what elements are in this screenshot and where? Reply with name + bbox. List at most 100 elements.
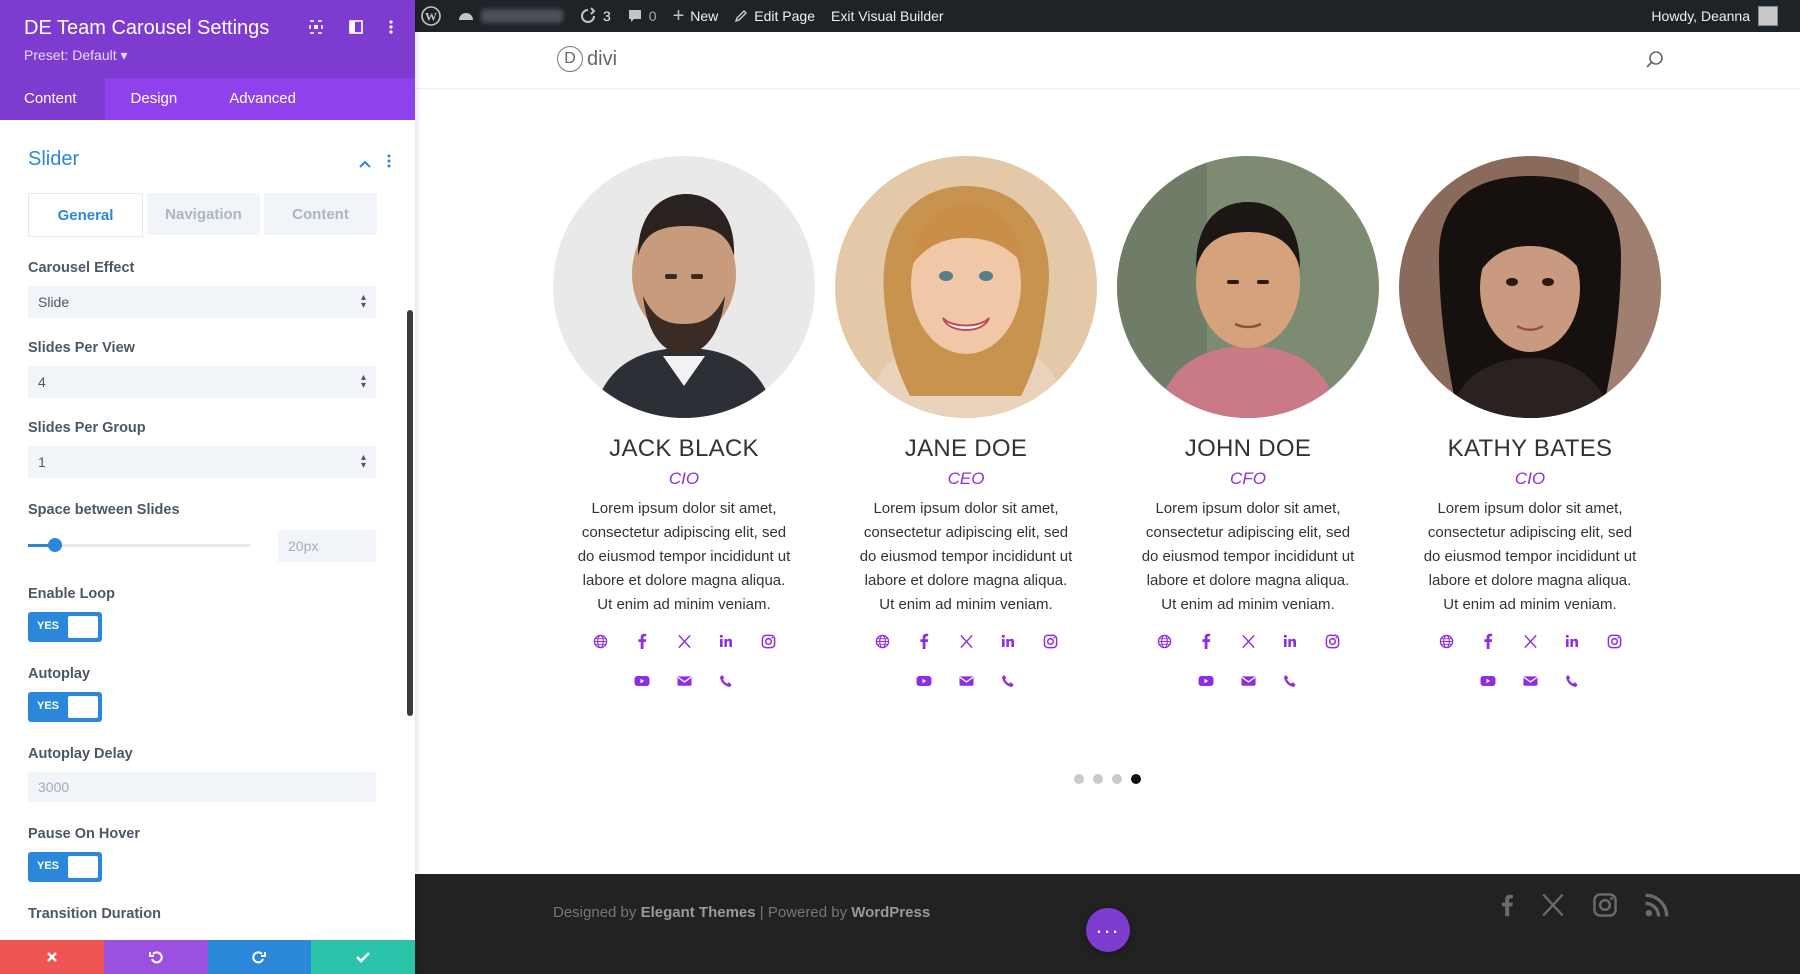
carousel-dot-active[interactable] [1131, 774, 1141, 784]
carousel-dot[interactable] [1093, 774, 1103, 784]
pause-on-hover-value: YES [37, 860, 60, 872]
linkedin-icon[interactable] [716, 631, 736, 651]
email-icon[interactable] [1520, 671, 1540, 691]
phone-icon[interactable] [998, 671, 1018, 691]
space-between-input[interactable]: 20px [278, 530, 376, 562]
subtab-navigation[interactable]: Navigation [147, 193, 260, 235]
slides-per-group-label: Slides Per Group [28, 420, 146, 436]
x-twitter-icon[interactable] [956, 631, 976, 651]
x-twitter-icon[interactable] [1540, 892, 1566, 923]
globe-icon[interactable] [1436, 631, 1456, 651]
autoplay-label: Autoplay [28, 666, 91, 682]
linkedin-icon[interactable] [1562, 631, 1582, 651]
save-button[interactable] [311, 940, 415, 974]
columns-icon[interactable] [349, 20, 363, 39]
email-icon[interactable] [674, 671, 694, 691]
panel-title: DE Team Carousel Settings [24, 17, 270, 39]
fullscreen-icon[interactable] [309, 20, 323, 39]
x-twitter-icon[interactable] [674, 631, 694, 651]
member-name: JOHN DOE [1184, 435, 1312, 462]
autoplay-delay-input[interactable]: 3000 [28, 772, 376, 802]
team-member-card: JOHN DOE CFO Lorem ipsum dolor sit amet,… [1107, 156, 1389, 691]
enable-loop-label: Enable Loop [28, 586, 115, 602]
globe-icon[interactable] [590, 631, 610, 651]
section-more-icon[interactable] [387, 154, 391, 173]
transition-duration-label: Transition Duration [28, 906, 161, 922]
facebook-icon[interactable] [1196, 631, 1216, 651]
carousel-dot[interactable] [1112, 774, 1122, 784]
enable-loop-value: YES [37, 620, 60, 632]
discard-button[interactable] [0, 940, 104, 974]
section-title[interactable]: Slider [28, 148, 79, 171]
instagram-icon[interactable] [1322, 631, 1342, 651]
instagram-icon[interactable] [1040, 631, 1060, 651]
youtube-icon[interactable] [1478, 671, 1498, 691]
wordpress-logo-icon[interactable]: W [421, 6, 441, 26]
divi-logo-icon: D [557, 46, 583, 72]
updates-icon [581, 7, 596, 23]
x-twitter-icon[interactable] [1520, 631, 1540, 651]
chevron-up-icon[interactable] [359, 155, 371, 173]
more-options-icon[interactable] [389, 20, 393, 39]
pause-on-hover-toggle[interactable]: YES [28, 852, 102, 882]
carousel-dot[interactable] [1074, 774, 1084, 784]
tab-content[interactable]: Content [0, 78, 105, 120]
member-photo [553, 156, 815, 418]
globe-icon[interactable] [872, 631, 892, 651]
builder-menu-button[interactable]: ... [1086, 908, 1130, 952]
facebook-icon[interactable] [1478, 631, 1498, 651]
globe-icon[interactable] [1154, 631, 1174, 651]
subtab-content[interactable]: Content [264, 193, 377, 235]
preset-dropdown[interactable]: Preset: Default ▾ [24, 47, 128, 64]
phone-icon[interactable] [716, 671, 736, 691]
wordpress-link[interactable]: WordPress [851, 904, 930, 921]
linkedin-icon[interactable] [998, 631, 1018, 651]
comments-link[interactable]: 0 [627, 8, 657, 24]
autoplay-toggle[interactable]: YES [28, 692, 102, 722]
search-icon[interactable] [1645, 50, 1665, 75]
email-icon[interactable] [956, 671, 976, 691]
email-icon[interactable] [1238, 671, 1258, 691]
howdy-label: Howdy, Deanna [1651, 8, 1750, 24]
instagram-icon[interactable] [1592, 892, 1618, 923]
space-between-slider[interactable] [28, 538, 250, 552]
youtube-icon[interactable] [632, 671, 652, 691]
edit-page-link[interactable]: Edit Page [734, 8, 815, 24]
undo-button[interactable] [103, 940, 208, 974]
phone-icon[interactable] [1562, 671, 1582, 691]
panel-scrollbar[interactable] [407, 310, 413, 716]
updates-link[interactable]: 3 [579, 7, 611, 25]
redo-button[interactable] [207, 940, 312, 974]
site-logo[interactable]: D divi [557, 46, 617, 72]
x-twitter-icon[interactable] [1238, 631, 1258, 651]
carousel-effect-select[interactable]: Slide ▴ ▾ [28, 286, 376, 318]
slides-per-group-select[interactable]: 1 ▴ ▾ [28, 446, 376, 478]
exit-visual-builder-link[interactable]: Exit Visual Builder [831, 8, 944, 24]
elegant-themes-link[interactable]: Elegant Themes [641, 904, 756, 921]
rss-icon[interactable] [1644, 892, 1670, 923]
new-content-link[interactable]: + New [673, 6, 719, 26]
site-name-link[interactable] [457, 7, 563, 25]
slider-handle[interactable] [48, 538, 62, 552]
instagram-icon[interactable] [758, 631, 778, 651]
slides-per-view-select[interactable]: 4 ▴ ▾ [28, 366, 376, 398]
plus-icon: + [672, 5, 685, 27]
member-photo [1117, 156, 1379, 418]
enable-loop-toggle[interactable]: YES [28, 612, 102, 642]
phone-icon[interactable] [1280, 671, 1300, 691]
account-menu[interactable]: Howdy, Deanna [1651, 6, 1778, 26]
footer-social-icons [1500, 892, 1670, 923]
facebook-icon[interactable] [1500, 892, 1514, 923]
linkedin-icon[interactable] [1280, 631, 1300, 651]
facebook-icon[interactable] [632, 631, 652, 651]
instagram-icon[interactable] [1604, 631, 1624, 651]
subtab-general[interactable]: General [28, 193, 143, 237]
carousel-effect-label: Carousel Effect [28, 260, 135, 276]
toggle-knob [68, 696, 98, 718]
designed-by-text: Designed by [553, 904, 637, 921]
tab-advanced[interactable]: Advanced [203, 78, 322, 120]
facebook-icon[interactable] [914, 631, 934, 651]
tab-design[interactable]: Design [105, 78, 204, 120]
youtube-icon[interactable] [914, 671, 934, 691]
youtube-icon[interactable] [1196, 671, 1216, 691]
